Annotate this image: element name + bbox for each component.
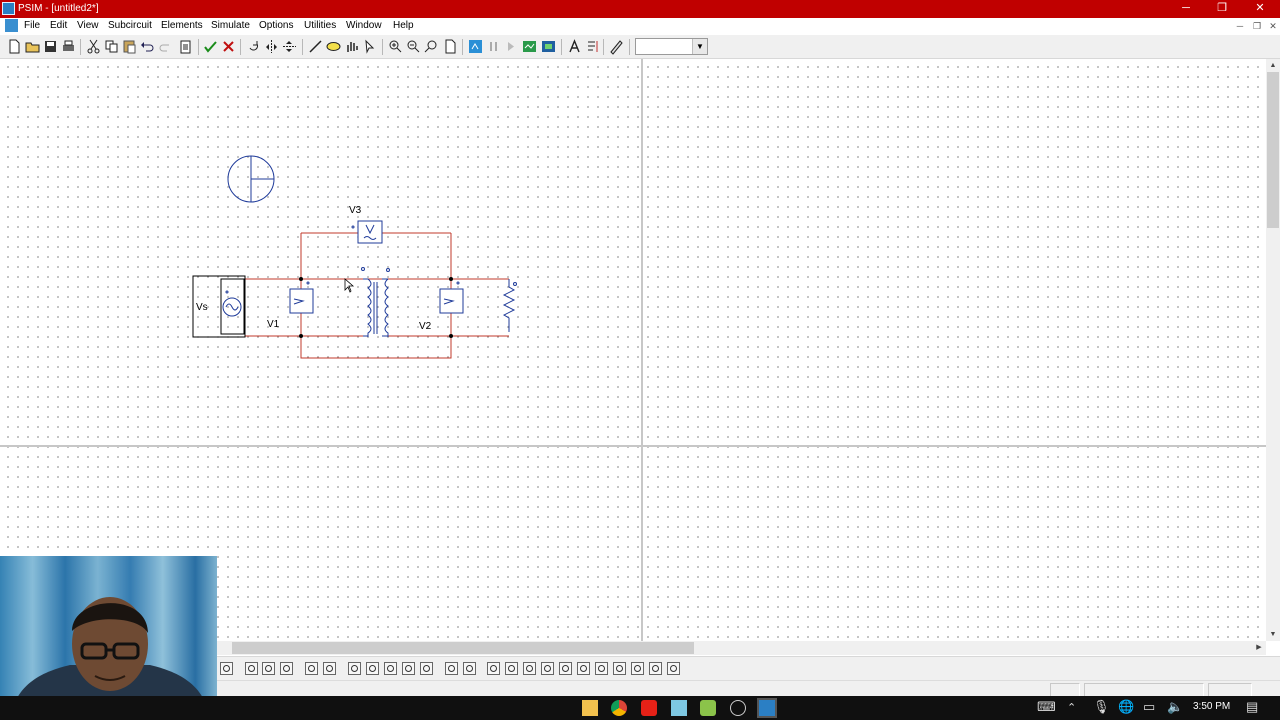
status-bar <box>217 680 1280 697</box>
element-toolbar <box>217 656 1280 680</box>
ammeter-icon[interactable] <box>648 661 663 676</box>
scroll-right-icon[interactable]: ▶ <box>1252 642 1266 654</box>
status-panel <box>1084 683 1204 697</box>
notes-icon[interactable] <box>671 700 687 716</box>
status-panel <box>1208 683 1252 697</box>
taskbar: ⌨ ⌃ 🎙 🌐 ▭ 🔈 3:50 PM ▤ <box>0 696 1280 720</box>
android-icon[interactable] <box>700 700 716 716</box>
mosfet-icon[interactable] <box>594 661 609 676</box>
vertical-scroll-thumb[interactable] <box>1267 72 1279 228</box>
volume-icon[interactable]: 🔈 <box>1167 699 1183 715</box>
resistor[interactable] <box>502 279 517 332</box>
simulation-control-clock[interactable] <box>227 155 275 203</box>
schematic-drawing: Vs V1 V2 V3 <box>192 155 517 359</box>
source-dc-icon[interactable] <box>365 661 380 676</box>
source-tri-icon[interactable] <box>419 661 434 676</box>
label-v2: V2 <box>419 321 432 332</box>
probe-i-icon[interactable] <box>261 661 276 676</box>
battery-icon[interactable]: ▭ <box>1143 699 1155 715</box>
box-icon[interactable] <box>322 661 337 676</box>
mdi-close-button[interactable]: ✕ <box>1265 19 1280 33</box>
meter-icon[interactable] <box>666 661 681 676</box>
taskbar-clock[interactable]: 3:50 PM <box>1193 701 1230 712</box>
probe-vv-icon[interactable] <box>304 661 319 676</box>
capacitor-icon[interactable] <box>522 661 537 676</box>
microphone-icon[interactable]: 🎙 <box>1093 699 1110 715</box>
probe-v-icon[interactable] <box>244 661 259 676</box>
diode-icon[interactable] <box>486 661 501 676</box>
label-v3: V3 <box>349 205 362 216</box>
switch-icon[interactable] <box>462 661 477 676</box>
chrome-icon[interactable] <box>611 700 627 716</box>
chevron-up-icon[interactable]: ⌃ <box>1067 701 1076 714</box>
status-panel <box>1050 683 1080 697</box>
source-sq-icon[interactable] <box>401 661 416 676</box>
scroll-down-icon[interactable]: ▼ <box>1266 629 1280 641</box>
probe-icon[interactable] <box>219 661 234 676</box>
transistor-icon[interactable] <box>558 661 573 676</box>
source-ac-icon[interactable] <box>383 661 398 676</box>
transformer[interactable] <box>361 267 390 338</box>
inductor-icon[interactable] <box>540 661 555 676</box>
youtube-icon[interactable] <box>641 700 657 716</box>
scroll-up-icon[interactable]: ▲ <box>1266 60 1280 72</box>
network-icon[interactable]: 🌐 <box>1118 699 1134 715</box>
thyristor-icon[interactable] <box>576 661 591 676</box>
keyboard-icon[interactable]: ⌨ <box>1037 699 1056 715</box>
probe-p-icon[interactable] <box>279 661 294 676</box>
igbt-icon[interactable] <box>612 661 627 676</box>
clock-app-icon[interactable] <box>730 700 746 716</box>
psim-icon[interactable] <box>757 698 777 718</box>
notification-icon[interactable]: ▤ <box>1246 699 1258 715</box>
horizontal-scroll-thumb[interactable] <box>232 642 694 654</box>
label-vs: Vs <box>196 302 208 313</box>
label-v1: V1 <box>267 319 280 330</box>
boxcross-icon[interactable] <box>347 661 362 676</box>
mouse-cursor-icon <box>344 278 355 293</box>
ground-icon[interactable] <box>630 661 645 676</box>
voltmeter-v3[interactable] <box>351 220 383 244</box>
resistor-icon[interactable] <box>504 661 519 676</box>
file-explorer-icon[interactable] <box>582 700 598 716</box>
source-step-icon[interactable] <box>444 661 459 676</box>
